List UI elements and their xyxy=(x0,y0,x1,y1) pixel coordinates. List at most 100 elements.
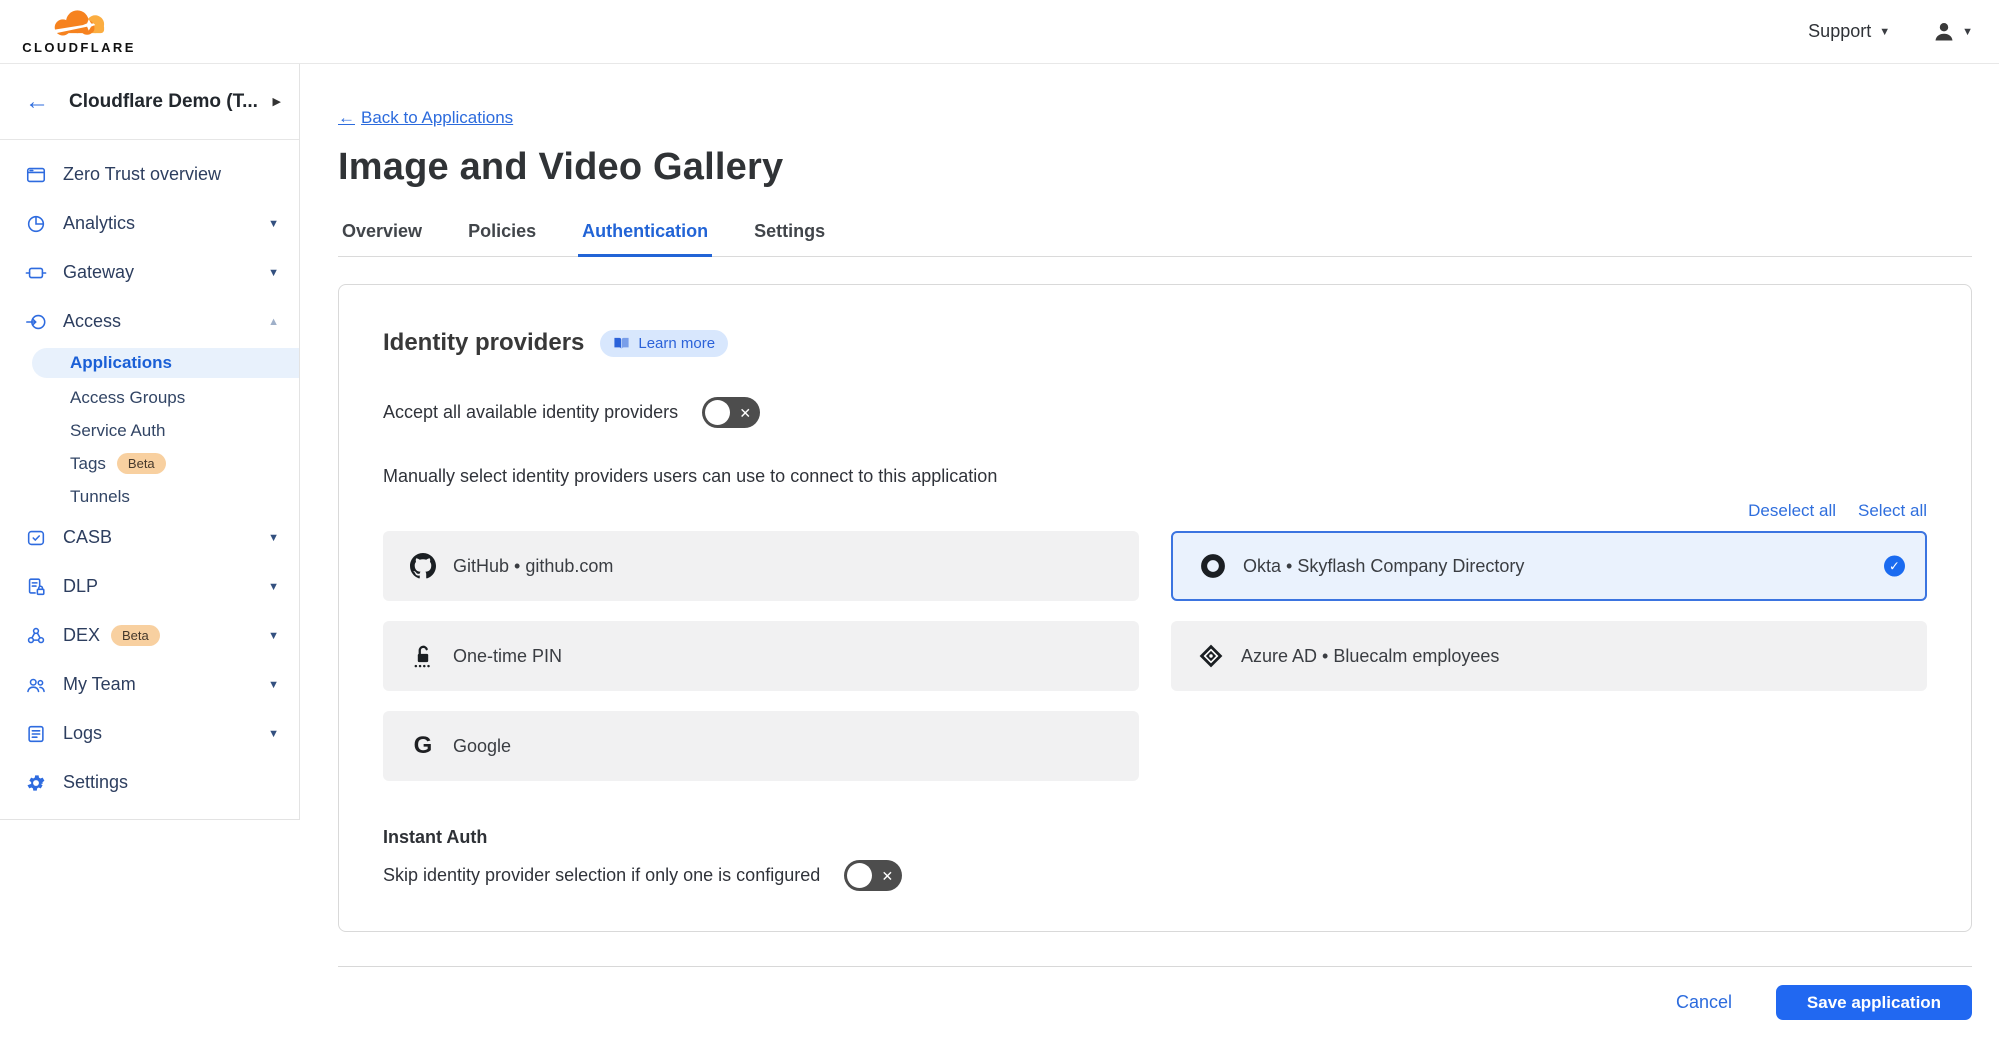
arrow-left-icon: ← xyxy=(338,108,355,128)
tab-bar: Overview Policies Authentication Setting… xyxy=(338,221,1972,257)
support-label: Support xyxy=(1808,21,1871,42)
sidebar-item-label: Logs xyxy=(63,723,268,744)
sidebar-item-label: DEX xyxy=(63,625,100,646)
deselect-all-link[interactable]: Deselect all xyxy=(1748,501,1836,521)
gateway-icon xyxy=(25,262,47,284)
footer-divider xyxy=(338,966,1972,967)
tab-authentication[interactable]: Authentication xyxy=(578,221,712,257)
sidebar-nav: Zero Trust overview Analytics ▼ Gateway … xyxy=(0,140,299,807)
sidebar-subitem-label: Tags xyxy=(70,454,106,474)
chevron-down-icon: ▼ xyxy=(268,630,279,642)
chevron-down-icon: ▼ xyxy=(268,728,279,740)
instant-auth-toggle[interactable]: ✕ xyxy=(844,860,902,891)
sidebar-account-header: ← Cloudflare Demo (T... ▶ xyxy=(0,64,299,140)
account-name[interactable]: Cloudflare Demo (T... xyxy=(69,91,273,113)
sidebar-item-tags[interactable]: Tags Beta xyxy=(0,447,299,480)
sidebar-item-zero-trust-overview[interactable]: Zero Trust overview xyxy=(0,150,299,199)
provider-grid: GitHub • github.com Okta • Skyflash Comp… xyxy=(383,531,1927,781)
learn-more-label: Learn more xyxy=(638,335,715,352)
sidebar-item-label: Access xyxy=(63,311,268,332)
cancel-button[interactable]: Cancel xyxy=(1676,992,1732,1013)
provider-label: Google xyxy=(453,736,511,757)
tab-settings[interactable]: Settings xyxy=(750,221,829,257)
sidebar-item-logs[interactable]: Logs ▼ xyxy=(0,709,299,758)
okta-icon xyxy=(1199,553,1227,579)
github-icon xyxy=(409,553,437,579)
learn-more-badge[interactable]: Learn more xyxy=(600,330,728,357)
sidebar-item-dlp[interactable]: DLP ▼ xyxy=(0,562,299,611)
chevron-down-icon: ▼ xyxy=(268,532,279,544)
provider-one-time-pin[interactable]: One-time PIN xyxy=(383,621,1139,691)
sidebar-item-label: Gateway xyxy=(63,262,268,283)
window-icon xyxy=(25,164,47,186)
provider-label: One-time PIN xyxy=(453,646,562,667)
support-menu[interactable]: Support ▼ xyxy=(1808,21,1890,42)
provider-label: GitHub • github.com xyxy=(453,556,613,577)
chevron-down-icon: ▼ xyxy=(268,581,279,593)
provider-google[interactable]: G Google xyxy=(383,711,1139,781)
sidebar-item-gateway[interactable]: Gateway ▼ xyxy=(0,248,299,297)
instant-auth-heading: Instant Auth xyxy=(383,827,1927,848)
instant-auth-label: Skip identity provider selection if only… xyxy=(383,865,820,886)
sidebar-subitem-label: Applications xyxy=(70,353,172,373)
sidebar: ← Cloudflare Demo (T... ▶ Zero Trust ove… xyxy=(0,64,300,820)
sidebar-subitem-label: Access Groups xyxy=(70,388,185,408)
sidebar-item-analytics[interactable]: Analytics ▼ xyxy=(0,199,299,248)
sidebar-item-my-team[interactable]: My Team ▼ xyxy=(0,660,299,709)
gear-icon xyxy=(25,772,47,794)
sidebar-item-applications[interactable]: Applications xyxy=(32,348,299,378)
back-to-applications-link[interactable]: ← Back to Applications xyxy=(338,108,513,128)
save-application-button[interactable]: Save application xyxy=(1776,985,1972,1020)
main-content: ← Back to Applications Image and Video G… xyxy=(300,64,1999,1061)
top-bar: CLOUDFLARE Support ▼ ▼ xyxy=(0,0,1999,64)
selected-check-icon: ✓ xyxy=(1884,556,1905,577)
brand-wordmark: CLOUDFLARE xyxy=(22,40,136,55)
footer-actions: Cancel Save application xyxy=(338,985,1972,1020)
people-icon xyxy=(25,674,47,696)
network-icon xyxy=(25,625,47,647)
pie-chart-icon xyxy=(25,213,47,235)
sidebar-item-access[interactable]: Access ▲ xyxy=(0,297,299,346)
sidebar-item-dex[interactable]: DEX Beta ▼ xyxy=(0,611,299,660)
document-lock-icon xyxy=(25,576,47,598)
chevron-right-icon[interactable]: ▶ xyxy=(273,95,281,108)
sidebar-item-tunnels[interactable]: Tunnels xyxy=(0,480,299,513)
toggle-off-x-icon: ✕ xyxy=(882,869,894,883)
cloudflare-cloud-icon xyxy=(46,8,112,42)
sidebar-item-casb[interactable]: CASB ▼ xyxy=(0,513,299,562)
document-lines-icon xyxy=(25,723,47,745)
chevron-down-icon: ▼ xyxy=(1879,26,1890,38)
page-title: Image and Video Gallery xyxy=(338,146,1972,189)
chevron-up-icon: ▲ xyxy=(268,316,279,328)
provider-okta[interactable]: Okta • Skyflash Company Directory ✓ xyxy=(1171,531,1927,601)
one-time-pin-lock-icon xyxy=(409,643,437,669)
access-arrow-icon xyxy=(25,311,47,333)
provider-azure-ad[interactable]: Azure AD • Bluecalm employees xyxy=(1171,621,1927,691)
card-title: Identity providers xyxy=(383,329,584,357)
chevron-down-icon: ▼ xyxy=(268,679,279,691)
zero-trust-dashboard: CLOUDFLARE Support ▼ ▼ ← Cloudflare Demo… xyxy=(0,0,1999,1061)
sidebar-item-access-groups[interactable]: Access Groups xyxy=(0,381,299,414)
chevron-down-icon: ▼ xyxy=(268,218,279,230)
toggle-knob xyxy=(705,400,730,425)
provider-github[interactable]: GitHub • github.com xyxy=(383,531,1139,601)
sidebar-item-label: Settings xyxy=(63,772,279,793)
select-all-link[interactable]: Select all xyxy=(1858,501,1927,521)
manual-select-label: Manually select identity providers users… xyxy=(383,466,1927,487)
beta-badge: Beta xyxy=(117,453,166,474)
sidebar-item-label: Analytics xyxy=(63,213,268,234)
sidebar-item-label: CASB xyxy=(63,527,268,548)
back-arrow-icon[interactable]: ← xyxy=(25,90,49,114)
user-menu[interactable]: ▼ xyxy=(1932,20,1973,44)
access-sub-menu: Applications Access Groups Service Auth … xyxy=(0,348,299,513)
toggle-knob xyxy=(847,863,872,888)
accept-all-toggle[interactable]: ✕ xyxy=(702,397,760,428)
tab-overview[interactable]: Overview xyxy=(338,221,426,257)
identity-providers-card: Identity providers Learn more Accept all… xyxy=(338,284,1972,932)
tab-policies[interactable]: Policies xyxy=(464,221,540,257)
sidebar-item-label: DLP xyxy=(63,576,268,597)
cloudflare-logo: CLOUDFLARE xyxy=(15,8,143,55)
sidebar-item-service-auth[interactable]: Service Auth xyxy=(0,414,299,447)
sidebar-item-settings[interactable]: Settings xyxy=(0,758,299,807)
box-check-icon xyxy=(25,527,47,549)
